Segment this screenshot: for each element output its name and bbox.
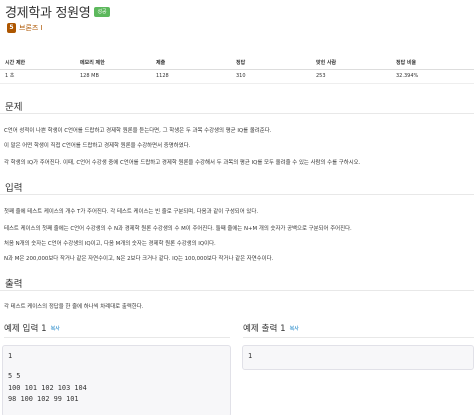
sample-input-line: 100 101 102 103 104 [8, 384, 87, 392]
sample-input-line: 98 100 102 99 101 [8, 395, 79, 403]
value-time-limit: 1 초 [5, 73, 15, 79]
value-submissions: 1128 [156, 73, 169, 79]
table-row: 1 초 128 MB 1128 310 253 32.394% [0, 70, 474, 84]
input-line: 첫째 줄에 테스트 케이스의 개수 T가 주어진다. 각 테스트 케이스는 빈 … [4, 209, 259, 215]
input-line: 처음 N개의 숫자는 C언어 수강생의 IQ이고, 다음 M개의 숫자는 경제학… [4, 241, 216, 247]
value-accepted: 310 [236, 73, 246, 79]
problem-info-table: 시간 제한 메모리 제한 제출 정답 맞힌 사람 정답 비율 1 초 128 M… [0, 57, 474, 84]
sample-input-box: 1 5 5 100 101 102 103 104 98 100 102 99 … [2, 345, 231, 415]
problem-header: 경제학과 정원영 성공 [5, 2, 110, 21]
description-heading: 문제 [0, 96, 474, 114]
header-submissions: 제출 [156, 60, 166, 66]
status-badge: 성공 [94, 6, 110, 17]
header-accepted: 정답 [236, 60, 246, 66]
output-title: 출력 [5, 279, 23, 290]
input-line: N과 M은 200,000보다 작거나 같은 자연수이고, N은 2보다 크거나… [4, 256, 274, 262]
input-line: 테스트 케이스의 첫째 줄에는 C언어 수강생의 수 N과 경제학 원론 수강생… [4, 226, 352, 232]
description-title: 문제 [5, 102, 23, 113]
value-solvers: 253 [316, 73, 326, 79]
sample-output-heading: 예제 출력 1 복사 [243, 319, 474, 338]
sample-input-heading: 예제 입력 1 복사 [4, 319, 230, 338]
tier-row: 5 브론즈 I [7, 23, 43, 33]
input-title: 입력 [5, 183, 23, 194]
sample-input-line: 5 5 [8, 372, 21, 380]
sample-output-title: 예제 출력 1 [243, 324, 286, 334]
copy-sample-input-button[interactable]: 복사 [51, 325, 60, 332]
sample-output-box: 1 [242, 345, 474, 370]
output-heading: 출력 [0, 273, 474, 291]
tier-label: 브론즈 I [19, 24, 43, 32]
sample-input-line: 1 [8, 352, 13, 360]
header-accept-ratio: 정답 비율 [396, 60, 417, 66]
value-accept-ratio: 32.394% [396, 73, 419, 79]
header-time-limit: 시간 제한 [5, 60, 26, 66]
sample-input-title: 예제 입력 1 [4, 324, 47, 334]
bronze-tier-icon: 5 [7, 23, 16, 33]
value-memory-limit: 128 MB [80, 73, 99, 79]
sample-output-line: 1 [248, 352, 253, 360]
input-heading: 입력 [0, 177, 474, 195]
description-line: C언어 성적이 나쁜 학생이 C언어를 드랍하고 경제학 원론을 듣는다면, 그… [4, 128, 272, 134]
problem-title: 경제학과 정원영 [5, 6, 91, 21]
description-line: 각 학생의 IQ가 주어진다. 이때, C언어 수강생 중에 C언어를 드랍하고… [4, 160, 361, 166]
header-memory-limit: 메모리 제한 [80, 60, 105, 66]
description-line: 이 말은 어떤 학생이 직접 C언어를 드랍하고 경제학 원론을 수강하면서 증… [4, 143, 191, 149]
copy-sample-output-button[interactable]: 복사 [290, 325, 299, 332]
table-header-row: 시간 제한 메모리 제한 제출 정답 맞힌 사람 정답 비율 [0, 57, 474, 70]
output-line: 각 테스트 케이스의 정답을 한 줄에 하나씩 차례대로 출력한다. [4, 304, 144, 310]
header-solvers: 맞힌 사람 [316, 60, 337, 66]
